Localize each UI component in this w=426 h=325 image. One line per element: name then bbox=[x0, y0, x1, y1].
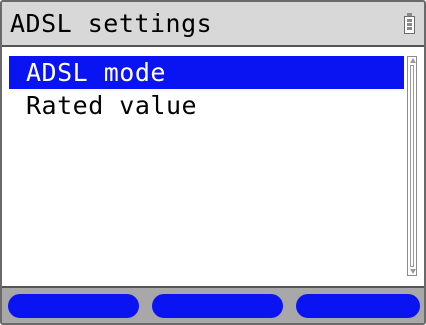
softkey-1-button[interactable] bbox=[8, 294, 139, 318]
page-title: ADSL settings bbox=[10, 9, 213, 38]
softkey-3-button[interactable] bbox=[296, 294, 420, 318]
battery-level-segment bbox=[407, 19, 412, 22]
softkey-bar bbox=[2, 286, 424, 323]
menu-item-rated-value[interactable]: Rated value bbox=[9, 89, 404, 122]
scroll-up-arrow-icon[interactable] bbox=[410, 58, 416, 63]
menu-item-adsl-mode[interactable]: ADSL mode bbox=[9, 56, 404, 89]
battery-body bbox=[404, 16, 415, 34]
menu-item-label: ADSL mode bbox=[26, 58, 166, 87]
device-screen: ADSL settings ADSL mode Rated value bbox=[0, 0, 426, 325]
menu-list: ADSL mode Rated value bbox=[2, 47, 424, 286]
menu-item-label: Rated value bbox=[26, 91, 198, 120]
battery-icon bbox=[404, 13, 415, 34]
vertical-scrollbar[interactable] bbox=[407, 56, 417, 276]
title-bar: ADSL settings bbox=[2, 2, 424, 47]
scrollbar-thumb[interactable] bbox=[410, 65, 414, 267]
softkey-2-button[interactable] bbox=[152, 294, 283, 318]
battery-level-segment bbox=[407, 23, 412, 26]
battery-level-segment bbox=[407, 27, 412, 30]
scroll-down-arrow-icon[interactable] bbox=[410, 269, 416, 274]
